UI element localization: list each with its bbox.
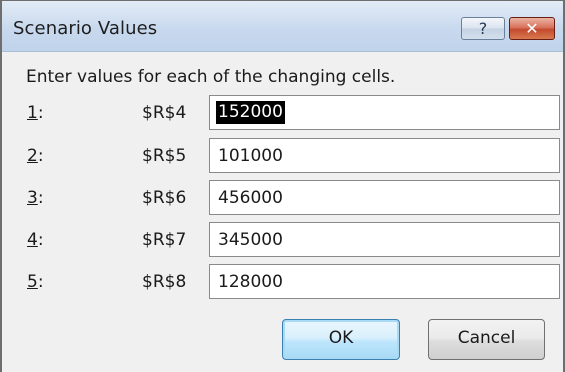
dialog-title: Scenario Values — [13, 18, 158, 39]
value-row-3: 3: $R$6 — [2, 180, 563, 216]
cell-reference: $R$6 — [142, 188, 187, 208]
value-row-1: 1: $R$4 152000 — [2, 95, 563, 131]
value-input-5[interactable] — [209, 264, 560, 299]
help-button[interactable]: ? — [461, 17, 505, 40]
title-bar: Scenario Values ? ✕ — [2, 1, 563, 52]
question-mark-icon: ? — [478, 19, 488, 38]
value-row-2: 2: $R$5 — [2, 138, 563, 174]
value-row-4: 4: $R$7 — [2, 222, 563, 258]
cell-reference: $R$7 — [142, 230, 187, 250]
close-icon: ✕ — [525, 19, 539, 38]
ok-button[interactable]: OK — [282, 319, 400, 360]
row-number-label: 1: — [27, 103, 44, 123]
row-number-label: 3: — [27, 188, 44, 208]
value-input-1[interactable] — [209, 95, 560, 130]
value-row-5: 5: $R$8 — [2, 264, 563, 300]
value-input-4[interactable] — [209, 222, 560, 257]
row-number-label: 2: — [27, 146, 44, 166]
value-input-3[interactable] — [209, 180, 560, 215]
value-input-2[interactable] — [209, 138, 560, 173]
scenario-values-dialog: Scenario Values ? ✕ Enter values for eac… — [0, 0, 565, 372]
instruction-text: Enter values for each of the changing ce… — [26, 67, 396, 87]
row-number-label: 4: — [27, 230, 44, 250]
cancel-button[interactable]: Cancel — [428, 319, 545, 360]
cell-reference: $R$4 — [142, 103, 187, 123]
cell-reference: $R$8 — [142, 272, 187, 292]
cell-reference: $R$5 — [142, 146, 187, 166]
close-button[interactable]: ✕ — [509, 17, 555, 40]
row-number-label: 5: — [27, 272, 44, 292]
